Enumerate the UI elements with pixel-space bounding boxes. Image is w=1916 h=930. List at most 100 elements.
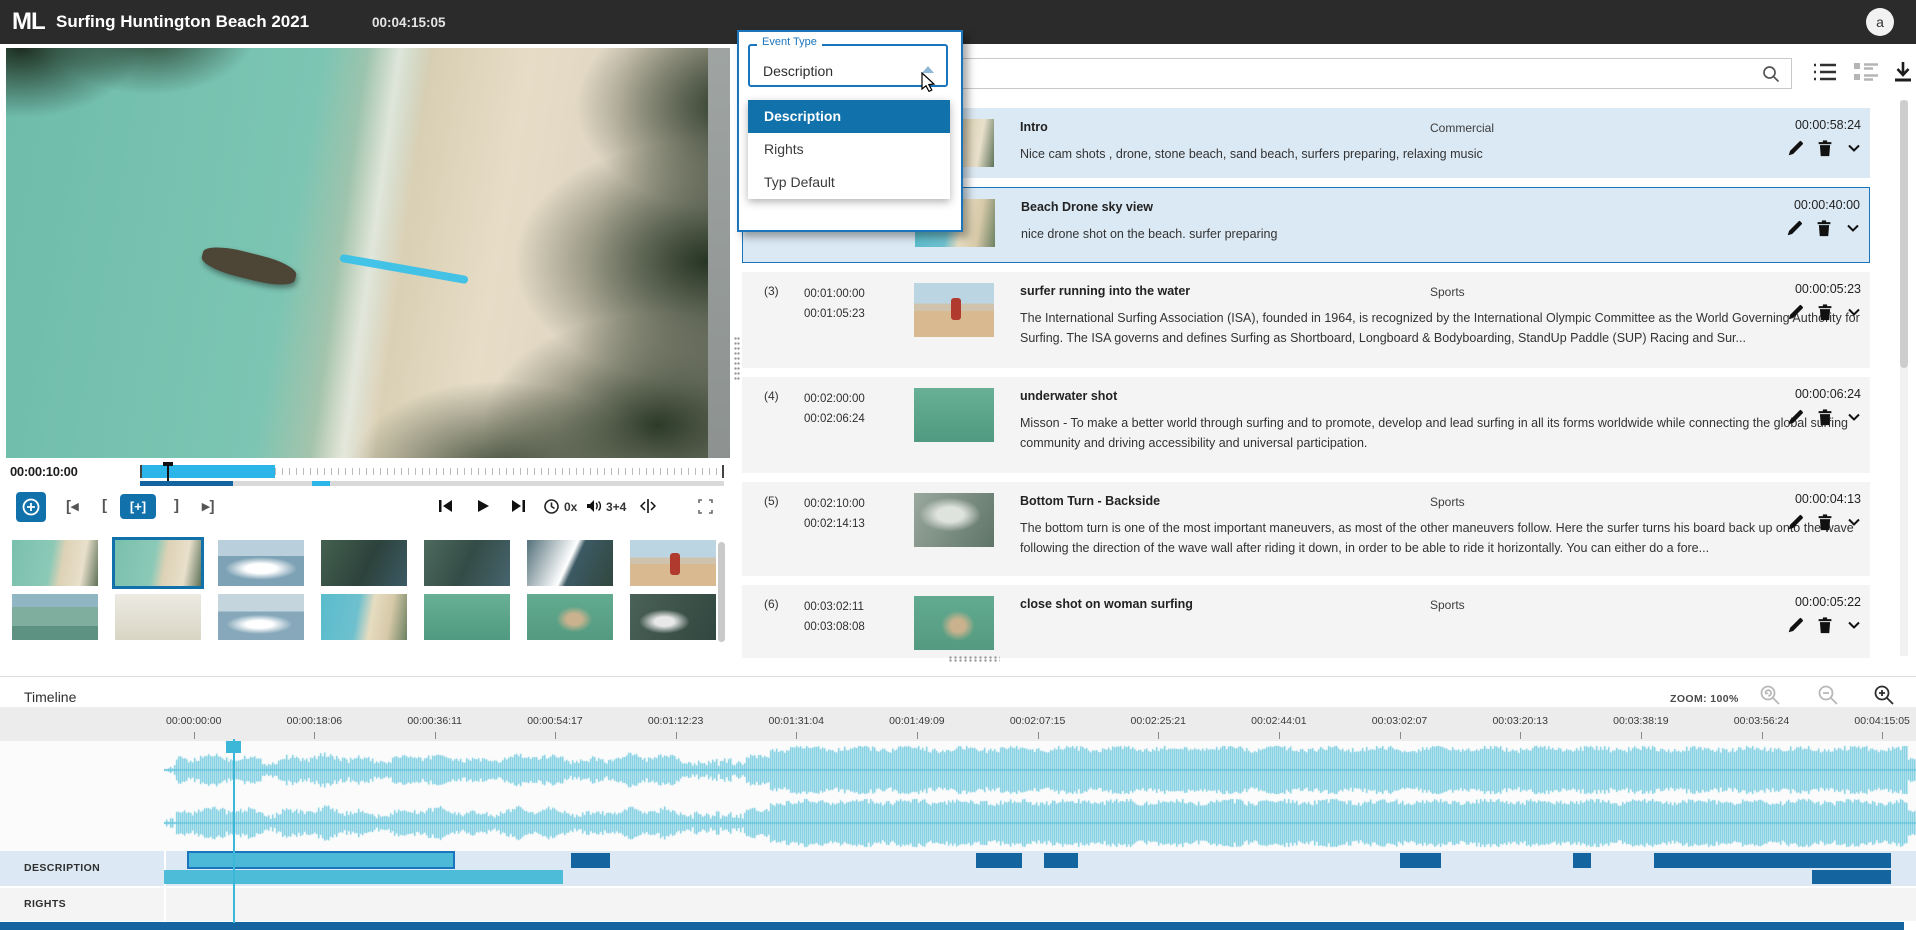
filmstrip-thumbnail[interactable] <box>218 540 304 586</box>
substrip-dark-segment <box>140 481 233 486</box>
filmstrip-thumbnail[interactable] <box>527 594 613 640</box>
compact-view-button[interactable] <box>1852 60 1880 89</box>
event-category: Sports <box>1430 598 1465 612</box>
event-time-out: 00:02:14:13 <box>804 514 908 534</box>
timeline-event-bar[interactable] <box>976 853 1022 868</box>
filmstrip-thumbnail[interactable] <box>321 594 407 640</box>
edit-event-button[interactable] <box>1786 220 1803 242</box>
timeline-event-bar[interactable] <box>164 870 563 884</box>
event-title: close shot on woman surfing <box>1020 597 1193 611</box>
delete-event-button[interactable] <box>1817 140 1833 162</box>
track-rights-label: RIGHTS <box>24 898 66 910</box>
seek-substrip <box>140 481 724 486</box>
timeline-playhead-handle[interactable] <box>226 741 241 753</box>
search-icon[interactable] <box>1761 64 1781 89</box>
ruler-timecode: 00:00:00:00 <box>166 707 221 741</box>
list-view-button[interactable] <box>1812 60 1838 89</box>
event-time-in: 00:01:00:00 <box>804 284 908 304</box>
expand-event-button[interactable] <box>1846 617 1862 639</box>
timeline-event-bar[interactable] <box>1654 853 1891 868</box>
event-list-scrollbar-thumb[interactable] <box>1900 100 1908 368</box>
event-type-option[interactable]: Typ Default <box>748 166 950 199</box>
event-number: (4) <box>764 389 779 403</box>
event-type-options-list: DescriptionRightsTyp Default <box>748 100 950 199</box>
delete-event-button[interactable] <box>1817 514 1833 536</box>
chevron-up-icon <box>922 66 934 73</box>
filmstrip-thumbnail[interactable] <box>424 594 510 640</box>
event-row[interactable]: (4)00:02:00:0000:02:06:24underwater shot… <box>742 377 1870 473</box>
event-row[interactable]: (5)00:02:10:0000:02:14:13Bottom Turn - B… <box>742 482 1870 576</box>
filmstrip-thumbnail[interactable] <box>630 540 716 586</box>
playback-speed-dial-icon[interactable] <box>543 498 560 515</box>
timeline-ruler[interactable]: 00:00:00:0000:00:18:0600:00:36:1100:00:5… <box>0 707 1916 741</box>
timeline-event-bar[interactable] <box>1400 853 1441 868</box>
timeline-horizontal-scrollbar[interactable] <box>0 922 1904 930</box>
video-player[interactable] <box>6 48 730 458</box>
filmstrip-thumbnail[interactable] <box>115 540 201 586</box>
expand-event-button[interactable] <box>1846 140 1862 162</box>
set-out-button[interactable]: ] <box>174 497 179 514</box>
filmstrip-thumbnail[interactable] <box>630 594 716 640</box>
filmstrip-thumbnail[interactable] <box>321 540 407 586</box>
skip-to-end-button[interactable] <box>510 499 526 513</box>
event-thumbnail[interactable] <box>914 596 994 650</box>
edit-event-button[interactable] <box>1787 140 1804 162</box>
horizontal-splitter-handle[interactable] <box>948 656 1000 662</box>
filmstrip-scrollbar[interactable] <box>718 542 725 642</box>
event-title: underwater shot <box>1020 389 1117 403</box>
play-button[interactable] <box>476 499 490 513</box>
event-duration: 00:00:06:24 <box>1795 387 1861 401</box>
event-type-option[interactable]: Rights <box>748 133 950 166</box>
delete-event-button[interactable] <box>1817 617 1833 639</box>
delete-event-button[interactable] <box>1816 220 1832 242</box>
event-thumbnail[interactable] <box>914 493 994 547</box>
filmstrip-thumbnail[interactable] <box>12 540 98 586</box>
shuttle-jog-icon[interactable] <box>640 499 656 513</box>
goto-out-button[interactable]: ▸] <box>202 497 215 515</box>
delete-event-button[interactable] <box>1817 409 1833 431</box>
audio-channels-icon[interactable] <box>586 499 602 513</box>
seek-playhead[interactable] <box>167 462 169 481</box>
set-in-button[interactable]: [ <box>102 497 107 514</box>
event-thumbnail[interactable] <box>914 283 994 337</box>
edit-event-button[interactable] <box>1787 514 1804 536</box>
download-button[interactable] <box>1892 60 1914 89</box>
ruler-timecode: 00:00:54:17 <box>527 707 582 741</box>
delete-event-button[interactable] <box>1817 304 1833 326</box>
edit-event-button[interactable] <box>1787 304 1804 326</box>
app-logo: ML <box>12 8 45 36</box>
vertical-splitter-handle[interactable] <box>734 336 740 382</box>
expand-event-button[interactable] <box>1846 304 1862 326</box>
timeline-event-bar[interactable] <box>187 851 455 869</box>
filmstrip-thumbnail[interactable] <box>527 540 613 586</box>
edit-event-button[interactable] <box>1787 617 1804 639</box>
event-row[interactable]: (6)00:03:02:1100:03:08:08close shot on w… <box>742 585 1870 658</box>
add-marker-button[interactable] <box>16 492 46 522</box>
event-description: Misson - To make a better world through … <box>1020 413 1862 453</box>
expand-event-button[interactable] <box>1845 220 1861 242</box>
seek-bar[interactable] <box>140 465 724 478</box>
expand-event-button[interactable] <box>1846 409 1862 431</box>
filmstrip-thumbnail[interactable] <box>218 594 304 640</box>
timeline-event-bar[interactable] <box>571 853 610 868</box>
goto-in-button[interactable]: [◂ <box>66 497 79 515</box>
skip-to-start-button[interactable] <box>438 499 454 513</box>
add-event-button[interactable]: [+] <box>120 494 156 519</box>
video-road <box>708 48 730 458</box>
edit-event-button[interactable] <box>1787 409 1804 431</box>
event-type-option[interactable]: Description <box>748 100 950 133</box>
ruler-timecode: 00:03:38:19 <box>1613 707 1668 741</box>
filmstrip-thumbnail[interactable] <box>424 540 510 586</box>
filmstrip-thumbnail[interactable] <box>12 594 98 640</box>
timeline-event-bar[interactable] <box>1573 853 1591 868</box>
user-avatar[interactable]: a <box>1866 8 1894 36</box>
timeline-event-bar[interactable] <box>1812 870 1891 884</box>
timeline-event-bar[interactable] <box>1044 853 1078 868</box>
event-thumbnail[interactable] <box>914 388 994 442</box>
event-row[interactable]: (3)00:01:00:0000:01:05:23surfer running … <box>742 272 1870 368</box>
filmstrip-thumbnail[interactable] <box>115 594 201 640</box>
event-type-select[interactable]: Description <box>748 44 948 87</box>
expand-event-button[interactable] <box>1846 514 1862 536</box>
fullscreen-button[interactable] <box>698 499 713 514</box>
event-duration: 00:00:05:23 <box>1795 282 1861 296</box>
